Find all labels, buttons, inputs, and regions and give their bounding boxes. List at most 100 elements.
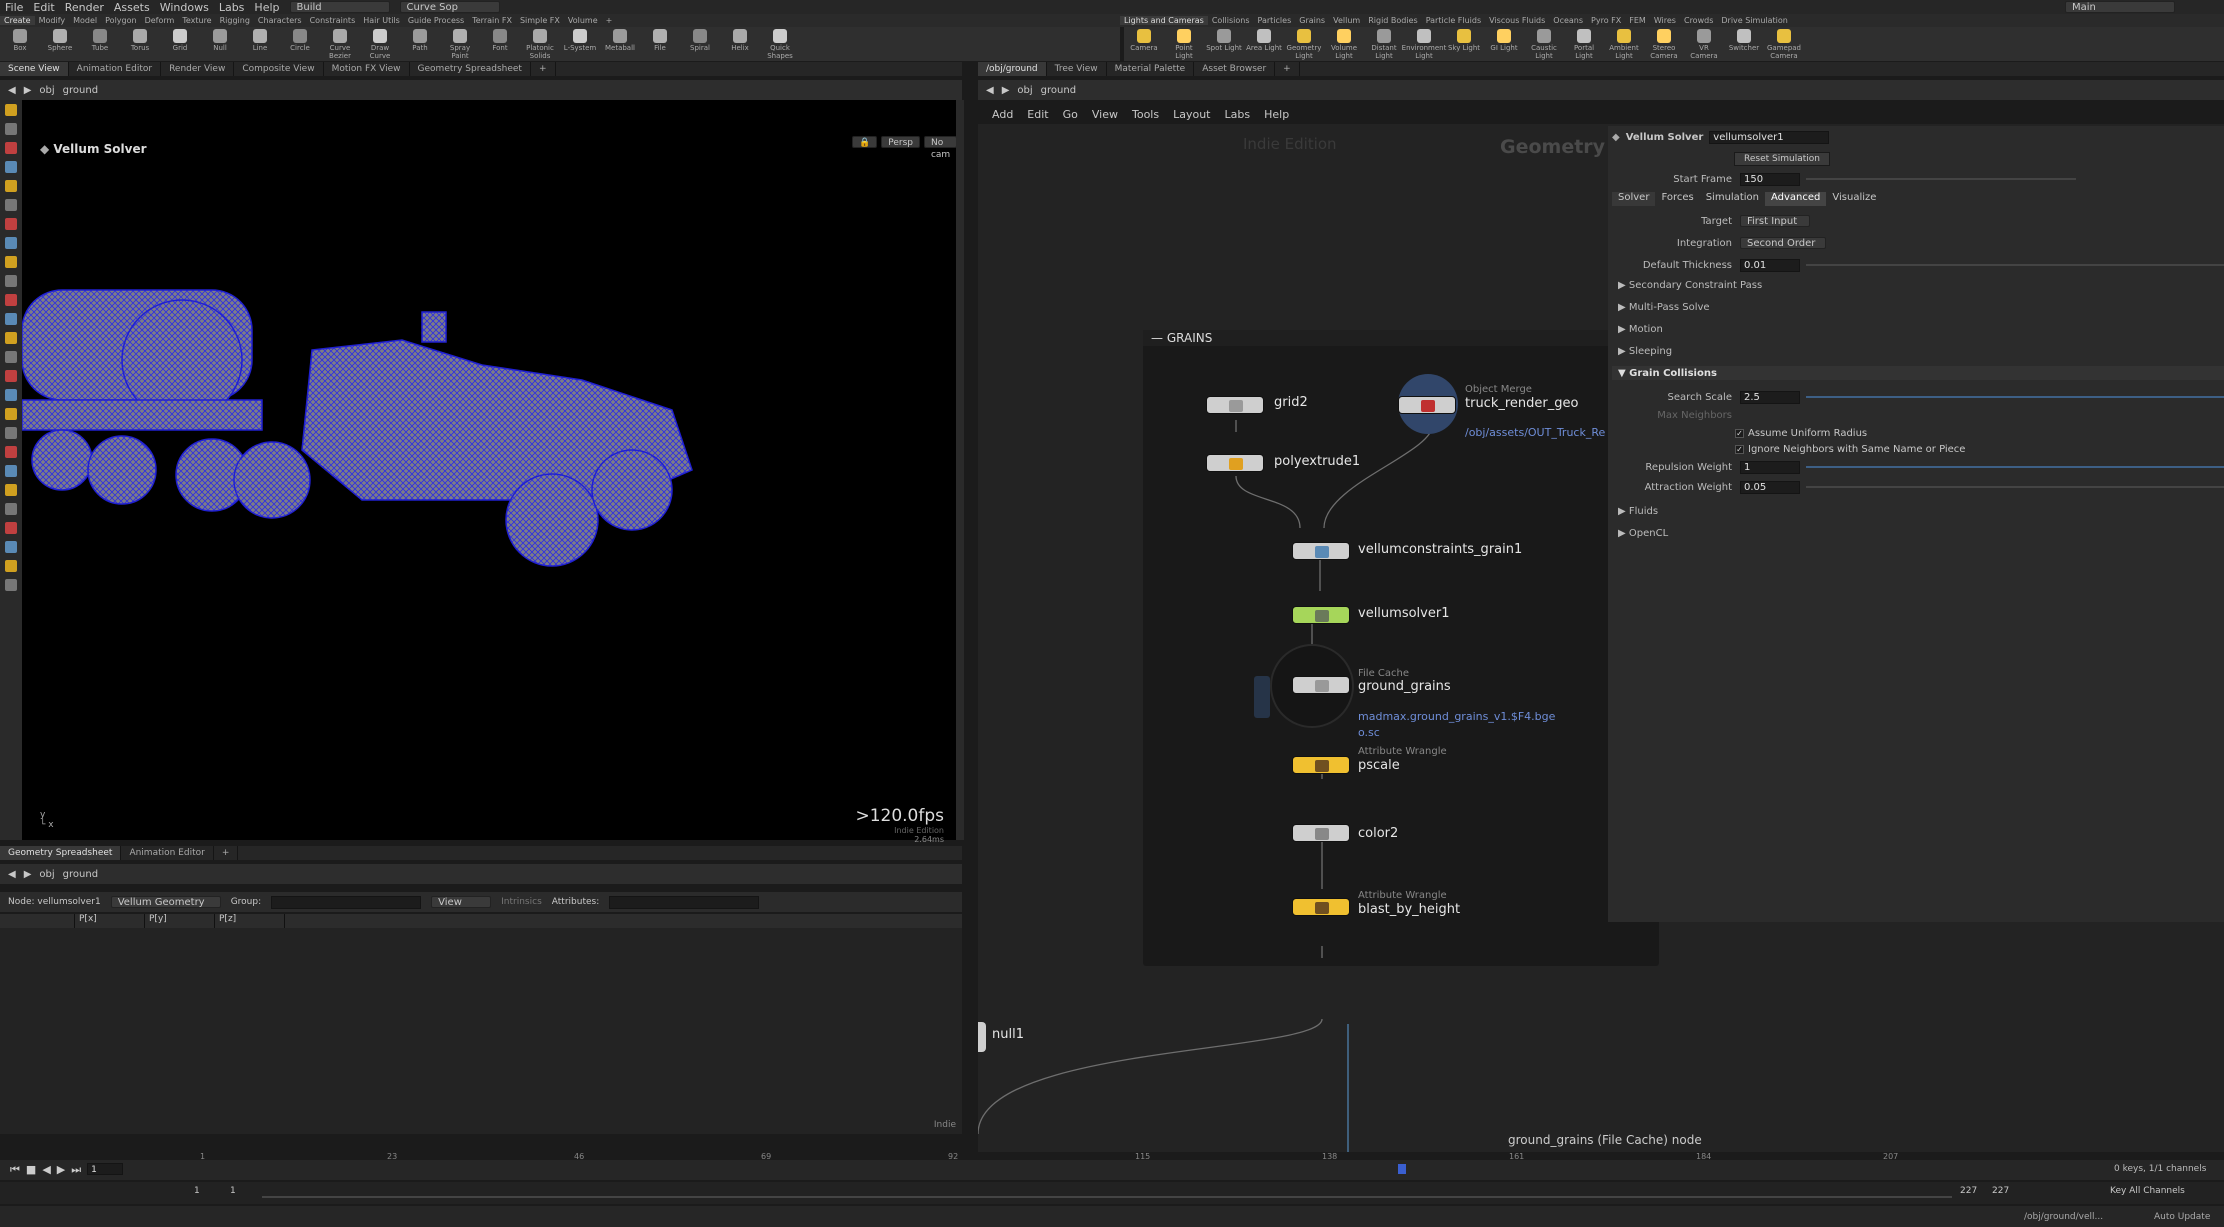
group-field[interactable] bbox=[271, 895, 422, 909]
tab-render-view[interactable]: Render View bbox=[161, 62, 235, 76]
shelf-tool[interactable]: Torus bbox=[122, 27, 158, 52]
skip-start-icon[interactable]: ⏮ bbox=[10, 1163, 20, 1177]
play-reverse-icon[interactable]: ◀ bbox=[42, 1163, 50, 1177]
viewport-tool-icon[interactable] bbox=[5, 313, 17, 325]
network-menu-view[interactable]: View bbox=[1092, 108, 1118, 121]
spreadsheet-table[interactable]: P[x] P[y] P[z] Indie bbox=[0, 914, 962, 1134]
menu-assets[interactable]: Assets bbox=[114, 1, 150, 14]
network-menu-layout[interactable]: Layout bbox=[1173, 108, 1210, 121]
shelf-tool[interactable]: Spot Light bbox=[1206, 27, 1242, 52]
attraction-slider[interactable] bbox=[1806, 486, 2224, 488]
viewport-tool-icon[interactable] bbox=[5, 142, 17, 154]
viewport-tool-icon[interactable] bbox=[5, 446, 17, 458]
viewport-tool-icon[interactable] bbox=[5, 161, 17, 173]
add-tab-icon[interactable]: + bbox=[531, 62, 556, 76]
shelf-tab[interactable]: Drive Simulation bbox=[1717, 16, 1791, 25]
shelf-tab[interactable]: Hair Utils bbox=[359, 16, 404, 25]
path-obj[interactable]: obj bbox=[39, 869, 54, 880]
shelf-tool[interactable]: Curve Bezier bbox=[322, 27, 358, 60]
tab-visualize[interactable]: Visualize bbox=[1826, 192, 1882, 206]
shelf-tool[interactable]: Area Light bbox=[1246, 27, 1282, 52]
node-null1[interactable] bbox=[978, 1022, 986, 1052]
attraction-field[interactable]: 0.05 bbox=[1740, 480, 1800, 494]
range-start[interactable]: 1 bbox=[194, 1186, 200, 1196]
viewport-tool-icon[interactable] bbox=[5, 408, 17, 420]
section-opencl[interactable]: ▶ OpenCL bbox=[1618, 528, 1668, 539]
network-menu-tools[interactable]: Tools bbox=[1132, 108, 1159, 121]
network-menu-help[interactable]: Help bbox=[1264, 108, 1289, 121]
viewport-tool-icon[interactable] bbox=[5, 275, 17, 287]
shelf-tool[interactable]: Box bbox=[2, 27, 38, 52]
shelf-tool[interactable]: Switcher bbox=[1726, 27, 1762, 52]
viewport-tool-icon[interactable] bbox=[5, 199, 17, 211]
tab-advanced[interactable]: Advanced bbox=[1764, 192, 1827, 206]
path-ground[interactable]: ground bbox=[63, 85, 98, 96]
key-all-channels-button[interactable]: Key All Channels bbox=[2110, 1186, 2185, 1196]
viewport-tool-icon[interactable] bbox=[5, 180, 17, 192]
shelf-tool[interactable]: Sky Light bbox=[1446, 27, 1482, 52]
section-sleeping[interactable]: ▶ Sleeping bbox=[1618, 346, 1672, 357]
repulsion-field[interactable]: 1 bbox=[1740, 460, 1800, 474]
menu-render[interactable]: Render bbox=[65, 1, 104, 14]
node-color2[interactable] bbox=[1292, 824, 1350, 842]
network-menu-go[interactable]: Go bbox=[1063, 108, 1078, 121]
reset-simulation-button[interactable]: Reset Simulation bbox=[1734, 152, 1830, 166]
viewport-tool-icon[interactable] bbox=[5, 237, 17, 249]
node-polyextrude1[interactable] bbox=[1206, 454, 1264, 472]
shelf-tool[interactable]: Spray Paint bbox=[442, 27, 478, 60]
shelf-tab[interactable]: Oceans bbox=[1549, 16, 1587, 25]
viewport-tool-icon[interactable] bbox=[5, 256, 17, 268]
range-slider[interactable] bbox=[262, 1196, 1952, 1198]
tab-network[interactable]: /obj/ground bbox=[978, 62, 1047, 76]
search-scale-slider[interactable] bbox=[1806, 396, 2224, 398]
timeline-bar[interactable] bbox=[0, 1160, 2224, 1180]
shelf-tool[interactable]: Distant Light bbox=[1366, 27, 1402, 60]
menu-windows[interactable]: Windows bbox=[160, 1, 209, 14]
param-node-name[interactable]: vellumsolver1 bbox=[1709, 130, 1830, 144]
tab-asset-browser[interactable]: Asset Browser bbox=[1194, 62, 1276, 76]
node-vellumsolver1[interactable] bbox=[1292, 606, 1350, 624]
shelf-tab[interactable]: FEM bbox=[1625, 16, 1650, 25]
shelf-tool[interactable]: Volume Light bbox=[1326, 27, 1362, 60]
shelf-tab[interactable]: Deform bbox=[141, 16, 179, 25]
viewport-tool-icon[interactable] bbox=[5, 218, 17, 230]
tab-tree-view[interactable]: Tree View bbox=[1047, 62, 1107, 76]
current-frame-field[interactable]: 1 bbox=[87, 1163, 124, 1175]
tab-simulation[interactable]: Simulation bbox=[1700, 192, 1765, 206]
shelf-tab[interactable]: Volume bbox=[564, 16, 602, 25]
section-motion[interactable]: ▶ Motion bbox=[1618, 324, 1663, 335]
shelf-tool[interactable]: Draw Curve bbox=[362, 27, 398, 60]
shelf-tool[interactable]: Sphere bbox=[42, 27, 78, 52]
node-pscale[interactable] bbox=[1292, 756, 1350, 774]
target-select[interactable]: First Input bbox=[1740, 215, 1810, 227]
shelf-tool[interactable]: Caustic Light bbox=[1526, 27, 1562, 60]
shelf-tool[interactable]: VR Camera bbox=[1686, 27, 1722, 60]
auto-update-button[interactable]: Auto Update bbox=[2154, 1212, 2210, 1222]
network-menu-add[interactable]: Add bbox=[992, 108, 1013, 121]
shelf-tool[interactable]: Circle bbox=[282, 27, 318, 52]
attributes-field[interactable] bbox=[609, 895, 760, 909]
lock-icon[interactable]: 🔒 bbox=[852, 136, 878, 148]
start-frame-slider[interactable] bbox=[1806, 178, 2076, 180]
range-end[interactable]: 227 bbox=[1960, 1186, 1977, 1196]
tab-material-palette[interactable]: Material Palette bbox=[1107, 62, 1195, 76]
viewport-tool-icon[interactable] bbox=[5, 541, 17, 553]
node-path-link[interactable]: /obj/assets/OUT_Truck_Render bbox=[1465, 426, 1605, 439]
node-path-link[interactable]: o.sc bbox=[1358, 726, 1380, 739]
node-vellumconstraints-grain1[interactable] bbox=[1292, 542, 1350, 560]
shelf-tab[interactable]: Particle Fluids bbox=[1422, 16, 1485, 25]
thickness-slider[interactable] bbox=[1806, 264, 2224, 266]
shelf-tab[interactable]: Collisions bbox=[1208, 16, 1254, 25]
tab-forces[interactable]: Forces bbox=[1655, 192, 1699, 206]
viewport-tool-icon[interactable] bbox=[5, 503, 17, 515]
search-scale-field[interactable]: 2.5 bbox=[1740, 390, 1800, 404]
viewport[interactable]: ◆ Vellum Solver 🔒 Persp No cam y └ x >120… bbox=[22, 100, 958, 844]
path-ground[interactable]: ground bbox=[1041, 85, 1076, 96]
viewport-tool-icon[interactable] bbox=[5, 104, 17, 116]
forward-icon[interactable]: ▶ bbox=[1002, 85, 1010, 96]
path-obj[interactable]: obj bbox=[39, 85, 54, 96]
intrinsics-label[interactable]: Intrinsics bbox=[501, 897, 542, 907]
viewport-tool-icon[interactable] bbox=[5, 370, 17, 382]
context-select[interactable]: Curve Sop bbox=[399, 1, 500, 13]
shelf-tool[interactable]: Environment Light bbox=[1402, 27, 1446, 60]
